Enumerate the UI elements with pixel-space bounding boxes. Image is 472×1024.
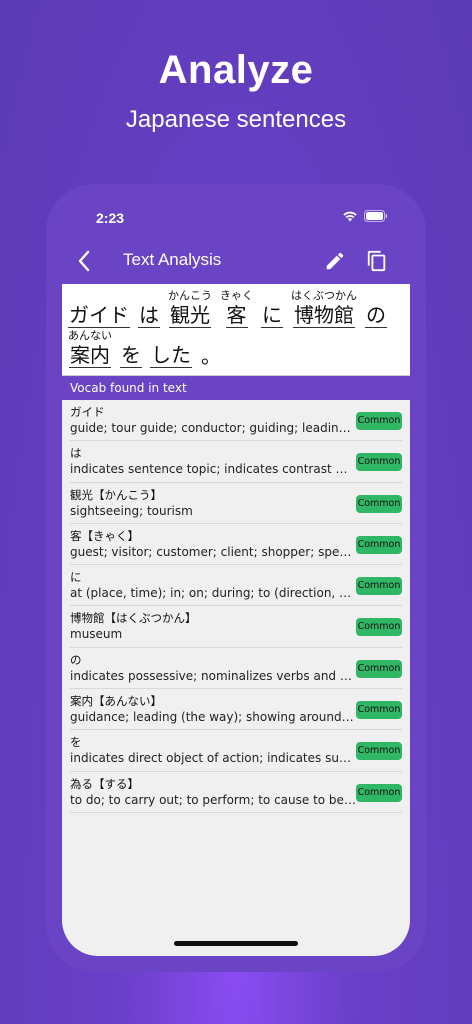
phone-screen: 2:23 Text Analysis ガイド は かんこう 観光 きゃく 客 に… <box>62 184 410 956</box>
promo-subline: Japanese sentences <box>125 106 347 133</box>
vocab-gloss: museum <box>70 627 123 642</box>
common-badge: Common <box>356 494 402 513</box>
vocab-word: ガイド <box>70 405 105 419</box>
common-badge: Common <box>356 453 402 472</box>
token-furigana: きゃく <box>220 289 253 302</box>
vocab-word: 為る【する】 <box>70 776 139 791</box>
vocab-section-header: Vocab found in text <box>62 376 410 400</box>
token-furigana: かんこう <box>168 289 212 302</box>
common-badge: Common <box>356 783 402 802</box>
vocab-item[interactable]: の indicates possessive; nominalizes verbs… <box>70 648 402 690</box>
vocab-list: ガイド guide; tour guide; conductor; guiding… <box>62 400 410 813</box>
vocab-item[interactable]: ガイド guide; tour guide; conductor; guiding… <box>70 400 402 442</box>
vocab-word: 観光【かんこう】 <box>70 487 162 502</box>
back-chevron-icon[interactable] <box>74 246 94 276</box>
promo-headline: Analyze <box>158 48 314 92</box>
sentence-token[interactable]: に <box>261 288 283 328</box>
token-furigana: はくぶつかん <box>291 289 357 302</box>
vocab-word: は <box>70 446 82 461</box>
token-text: 博物館 <box>293 303 355 328</box>
common-badge: Common <box>356 659 402 678</box>
token-text: は <box>138 303 160 328</box>
pencil-icon[interactable] <box>324 250 346 272</box>
vocab-word: 客【きゃく】 <box>70 528 139 543</box>
vocab-gloss: indicates possessive; nominalizes verbs … <box>70 668 356 683</box>
sentence-token[interactable]: はくぶつかん 博物館 <box>291 288 357 328</box>
vocab-word: の <box>70 652 82 667</box>
token-text: 。 <box>201 344 221 368</box>
vocab-word: に <box>70 570 82 585</box>
common-badge: Common <box>356 535 402 554</box>
screen-title: Text Analysis <box>123 250 222 269</box>
token-text: 観光 <box>169 303 211 328</box>
sentence-line-2: あんない 案内をした。 <box>68 328 404 368</box>
vocab-word: 案内【あんない】 <box>70 694 162 709</box>
battery-icon <box>364 210 388 222</box>
sentence-token[interactable]: の <box>365 288 387 328</box>
vocab-gloss: to do; to carry out; to perform; to caus… <box>70 792 356 807</box>
token-text: 案内 <box>69 343 111 368</box>
token-text: 客 <box>225 303 248 328</box>
content-area: ガイドはかんこう 観光 きゃく客にはくぶつかん 博物館の あんない 案内をした。 Voc… <box>62 284 410 956</box>
vocab-item[interactable]: 博物館【はくぶつかん】 museum Common <box>70 606 402 648</box>
vocab-item[interactable]: 観光【かんこう】 sightseeing; tourism Common <box>70 483 402 524</box>
common-badge: Common <box>356 742 402 761</box>
sentence-line-1: ガイドはかんこう 観光 きゃく客にはくぶつかん 博物館の <box>68 288 404 328</box>
vocab-gloss: indicates direct object of action; indic… <box>70 751 356 766</box>
sentence-token[interactable]: あんない 案内 <box>68 328 112 368</box>
vocab-gloss: guidance; leading (the way); showing aro… <box>70 710 356 725</box>
token-furigana: あんない <box>68 329 112 342</box>
token-text: した <box>150 343 192 368</box>
copy-icon[interactable] <box>366 250 388 272</box>
vocab-gloss: at (place, time); in; on; during; to (di… <box>70 586 356 601</box>
vocab-word: を <box>70 735 82 750</box>
sentence-token[interactable]: は <box>138 288 160 328</box>
app-header: 2:23 Text Analysis <box>62 184 410 284</box>
token-text: に <box>261 303 283 328</box>
common-badge: Common <box>356 618 402 637</box>
analyzed-sentence: ガイドはかんこう 観光 きゃく客にはくぶつかん 博物館の あんない 案内をした。 <box>62 284 410 376</box>
status-time: 2:23 <box>96 210 125 226</box>
wifi-icon <box>343 211 357 222</box>
common-badge: Common <box>356 577 402 596</box>
vocab-item[interactable]: を indicates direct object of action; indi… <box>70 730 402 772</box>
vocab-item[interactable]: 為る【する】 to do; to carry out; to perform; t… <box>70 772 402 813</box>
token-text: を <box>120 343 142 368</box>
vocab-item[interactable]: 案内【あんない】 guidance; leading (the way); sho… <box>70 689 402 731</box>
sentence-token[interactable]: 。 <box>200 329 222 368</box>
vocab-item[interactable]: は indicates sentence topic; indicates con… <box>70 441 402 483</box>
phone-frame: 2:23 Text Analysis ガイド は かんこう 観光 きゃく 客 に… <box>46 184 426 972</box>
sentence-token[interactable]: かんこう 観光 <box>168 288 212 328</box>
token-text: ガイド <box>68 303 130 328</box>
sentence-token[interactable]: ガイド <box>68 288 130 328</box>
vocab-gloss: guest; visitor; customer; client; shoppe… <box>70 544 356 559</box>
home-indicator[interactable] <box>174 941 298 946</box>
vocab-word: 博物館【はくぶつかん】 <box>70 611 197 626</box>
status-icons <box>342 210 388 222</box>
vocab-item[interactable]: 客【きゃく】 guest; visitor; customer; client; … <box>70 524 402 566</box>
common-badge: Common <box>356 701 402 720</box>
sentence-token[interactable]: を <box>120 328 142 368</box>
vocab-gloss: indicates sentence topic; indicates cont… <box>70 462 356 477</box>
vocab-gloss: guide; tour guide; conductor; guiding; l… <box>70 421 356 435</box>
vocab-gloss: sightseeing; tourism <box>70 503 193 518</box>
vocab-item[interactable]: に at (place, time); in; on; during; to (d… <box>70 565 402 607</box>
common-badge: Common <box>356 412 402 430</box>
sentence-token[interactable]: した <box>150 328 192 368</box>
sentence-token[interactable]: きゃく客 <box>220 288 253 328</box>
token-text: の <box>365 303 387 328</box>
